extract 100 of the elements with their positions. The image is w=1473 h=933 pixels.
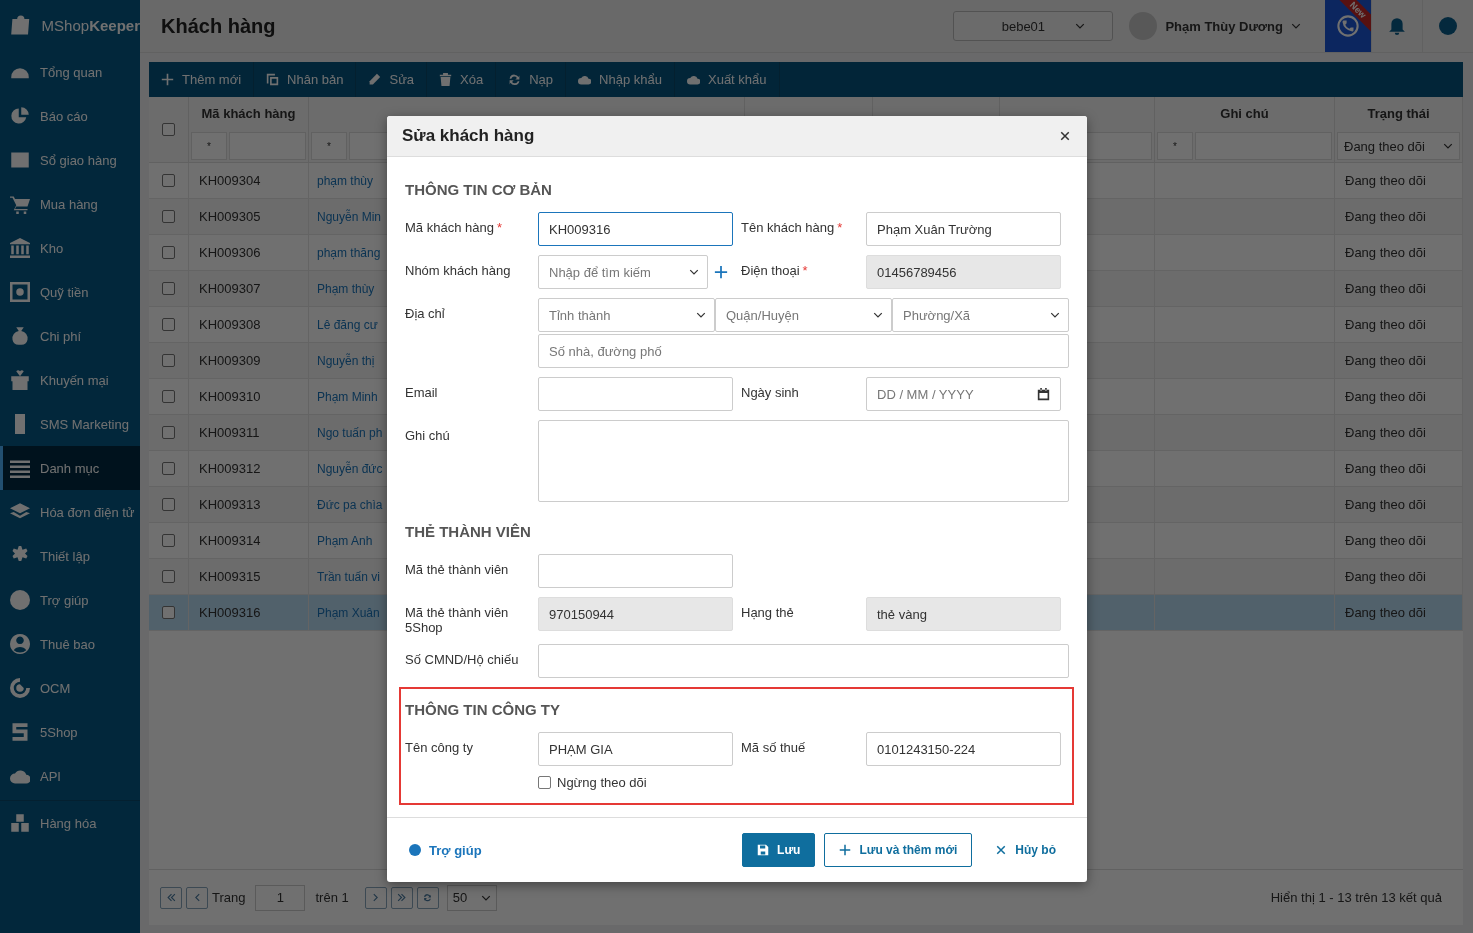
refresh-button[interactable] <box>416 886 439 909</box>
select-field[interactable]: Nhập để tìm kiếm <box>538 255 708 289</box>
checkbox[interactable] <box>162 426 175 439</box>
sidebar-item[interactable]: Quỹ tiền <box>0 270 140 314</box>
sidebar-item[interactable]: Báo cáo <box>0 94 140 138</box>
customer-link[interactable]: Phạm Xuân <box>317 605 380 620</box>
sidebar-item[interactable]: Khuyến mại <box>0 358 140 402</box>
checkbox[interactable] <box>162 606 175 619</box>
select-field[interactable]: Quận/Huyện <box>715 298 892 332</box>
customer-link[interactable]: Nguyễn thị <box>317 353 375 368</box>
notes-field[interactable] <box>538 420 1069 502</box>
sidebar-item[interactable]: Chi phí <box>0 314 140 358</box>
table-row[interactable] <box>149 163 189 199</box>
checkbox[interactable] <box>162 390 175 403</box>
store-select[interactable]: bebe01 <box>953 11 1114 41</box>
customer-link[interactable]: phạm thùy <box>317 173 374 188</box>
filter-operator[interactable]: * <box>191 132 227 160</box>
filter-operator[interactable]: * <box>311 132 347 160</box>
help-link[interactable]: Trợ giúp <box>409 842 482 858</box>
checkbox[interactable] <box>162 282 175 295</box>
sidebar-item[interactable]: Sổ giao hàng <box>0 138 140 182</box>
table-cell: KH009311 <box>189 415 309 451</box>
customer-link[interactable]: Nguyễn Min <box>317 209 382 224</box>
checkbox[interactable] <box>162 210 175 223</box>
filter-operator[interactable]: * <box>1157 132 1193 160</box>
customer-link[interactable]: Phạm Anh <box>317 533 373 548</box>
first-page-button[interactable] <box>160 886 182 909</box>
table-row[interactable] <box>149 307 189 343</box>
table-row[interactable] <box>149 559 189 595</box>
checkbox[interactable] <box>162 318 175 331</box>
save-button[interactable]: Lưu <box>742 833 816 867</box>
page-field[interactable]: 1 <box>255 884 306 911</box>
checkbox[interactable] <box>162 174 175 187</box>
select-field[interactable]: Phường/Xã <box>892 298 1069 332</box>
table-row[interactable] <box>149 451 189 487</box>
sidebar-item[interactable]: OCM <box>0 666 140 710</box>
table-row[interactable] <box>149 595 189 631</box>
input-field[interactable]: PHẠM GIA <box>538 732 733 766</box>
checkbox[interactable] <box>162 534 175 547</box>
sidebar-item[interactable]: 5Shop <box>0 710 140 754</box>
input-field[interactable]: Phạm Xuân Trường <box>866 212 1061 246</box>
sidebar-item[interactable]: Kho <box>0 226 140 270</box>
checkbox[interactable] <box>162 462 175 475</box>
input-field[interactable] <box>538 377 733 411</box>
sidebar-item[interactable]: Hàng hóa <box>0 801 140 845</box>
input-field[interactable] <box>538 554 733 588</box>
customer-link[interactable]: Đức pa chìa <box>317 497 383 512</box>
sidebar-item[interactable]: SMS Marketing <box>0 402 140 446</box>
page-size-select[interactable]: 50 <box>446 884 497 911</box>
select-field[interactable]: Tỉnh thành <box>538 298 715 332</box>
checkbox[interactable] <box>162 246 175 259</box>
checkbox[interactable] <box>162 123 175 136</box>
sidebar-item[interactable]: Trợ giúp <box>0 578 140 622</box>
input-field[interactable]: 0101243150-224 <box>866 732 1061 766</box>
prev-page-button[interactable] <box>186 886 208 909</box>
table-row[interactable] <box>149 415 189 451</box>
cancel-button[interactable]: Hủy bỏ <box>981 833 1070 867</box>
plus-icon <box>161 73 174 86</box>
table-row[interactable] <box>149 271 189 307</box>
checkbox[interactable] <box>162 354 175 367</box>
input-field[interactable]: Số nhà, đường phố <box>538 334 1069 368</box>
customer-link[interactable]: phạm thăng <box>317 245 381 260</box>
checkbox[interactable] <box>538 776 551 789</box>
table-row[interactable] <box>149 487 189 523</box>
sidebar-item[interactable]: Mua hàng <box>0 182 140 226</box>
field-label: Ghi chú <box>405 427 451 443</box>
field-label: Tên công ty <box>405 739 474 755</box>
page-title: Khách hàng <box>161 14 277 38</box>
checkbox[interactable] <box>162 570 175 583</box>
table-row[interactable] <box>149 343 189 379</box>
table-row[interactable] <box>149 523 189 559</box>
sidebar-item[interactable]: Tổng quan <box>0 50 140 94</box>
table-row[interactable] <box>149 235 189 271</box>
table-cell: KH009308 <box>189 307 309 343</box>
user-name[interactable]: Phạm Thùy Dương <box>1165 18 1283 34</box>
customer-link[interactable]: Lê đăng cư <box>317 317 378 332</box>
sidebar-item[interactable]: Thiết lập <box>0 534 140 578</box>
date-field[interactable]: DD / MM / YYYY <box>866 377 1061 411</box>
column-header: Trạng thái <box>1335 97 1463 130</box>
customer-link[interactable]: Ngo tuấn ph <box>317 425 383 440</box>
checkbox[interactable] <box>162 498 175 511</box>
customer-link[interactable]: Phạm Minh <box>317 389 378 404</box>
sidebar-item[interactable]: Danh mục <box>0 446 140 490</box>
sidebar-item[interactable]: API <box>0 754 140 798</box>
sidebar-item[interactable]: Hóa đơn điện tử <box>0 490 140 534</box>
table-row[interactable] <box>149 379 189 415</box>
table-cell: KH009316 <box>189 595 309 631</box>
sidebar-item[interactable]: Thuê bao <box>0 622 140 666</box>
filter-select[interactable]: Đang theo dõi <box>1337 132 1460 160</box>
last-page-button[interactable] <box>390 886 413 909</box>
customer-link[interactable]: Trần tuấn vi <box>317 569 380 584</box>
bank-icon <box>10 238 30 258</box>
table-row[interactable] <box>149 199 189 235</box>
field-label: Số CMND/Hộ chiếu <box>405 651 520 667</box>
customer-link[interactable]: Phạm thùy <box>317 281 375 296</box>
input-field[interactable]: KH009316 <box>538 212 733 246</box>
input-field[interactable] <box>538 644 1069 678</box>
next-page-button[interactable] <box>364 886 387 909</box>
customer-link[interactable]: Nguyễn đức <box>317 461 383 476</box>
save-and-new-button[interactable]: Lưu và thêm mới <box>824 833 973 867</box>
